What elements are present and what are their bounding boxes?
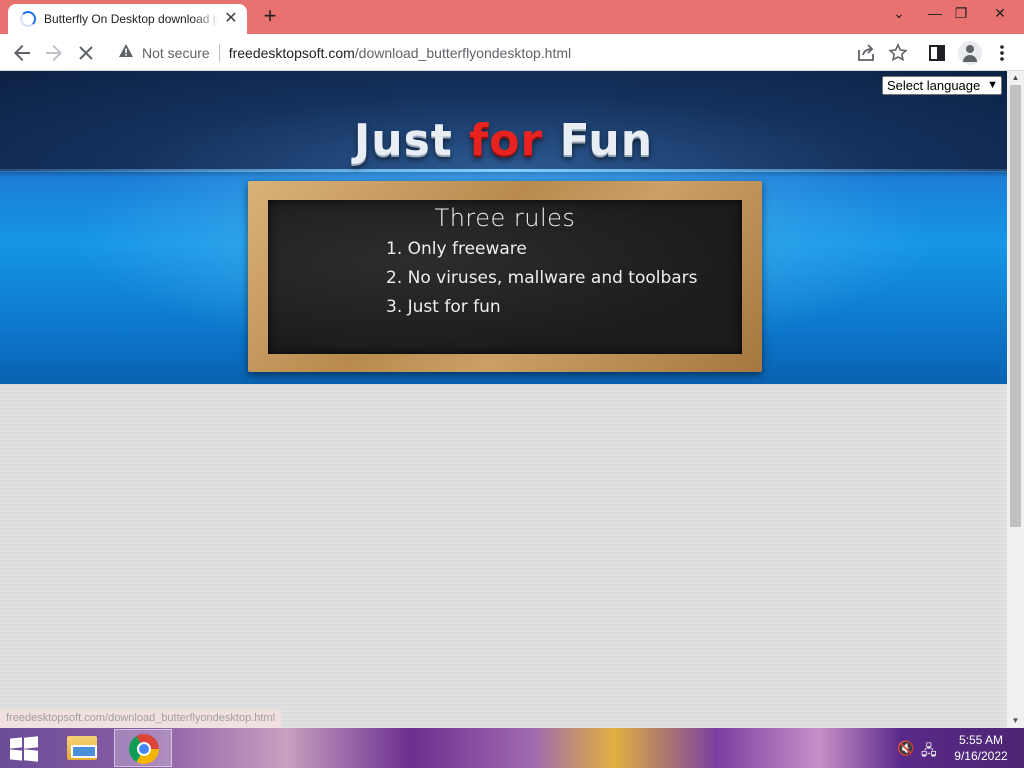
chalkboard: Three rules 1. Only freeware 2. No virus…	[268, 200, 742, 354]
folder-icon	[67, 736, 97, 760]
page-viewport: Just for Fun Select language ▼ Three rul…	[0, 71, 1007, 728]
board-title: Three rules	[434, 204, 576, 232]
warning-triangle-icon[interactable]	[118, 43, 134, 62]
windows-taskbar: 🔇 🖧 5:55 AM 9/16/2022	[0, 728, 1024, 768]
tab-title: Butterfly On Desktop download page	[44, 12, 219, 26]
link-status-bar: freedesktopsoft.com/download_butterflyon…	[0, 709, 282, 728]
stop-loading-icon[interactable]	[74, 41, 98, 65]
site-header: Just for Fun Select language ▼ Three rul…	[0, 71, 1007, 384]
rule-item: 2. No viruses, mallware and toolbars	[386, 268, 698, 288]
chevron-down-icon: ▼	[987, 79, 998, 91]
forward-arrow-icon[interactable]	[42, 41, 66, 65]
side-panel-icon[interactable]	[925, 41, 949, 65]
loading-spinner-icon	[20, 11, 36, 27]
address-bar[interactable]: Not secure freedesktopsoft.com/download_…	[108, 38, 920, 67]
taskbar-clock[interactable]: 5:55 AM 9/16/2022	[944, 732, 1018, 764]
rule-item: 3. Just for fun	[386, 297, 501, 317]
share-icon[interactable]	[854, 41, 878, 65]
close-window-button[interactable]: ✕	[984, 0, 1016, 30]
url-text[interactable]: freedesktopsoft.com/download_butterflyon…	[229, 45, 571, 61]
tab-search-button[interactable]: ⌄	[883, 0, 915, 30]
rule-item: 1. Only freeware	[386, 239, 527, 259]
chalkboard-frame: Three rules 1. Only freeware 2. No virus…	[248, 181, 762, 372]
vertical-scrollbar[interactable]: ▲ ▼	[1007, 71, 1024, 728]
browser-toolbar: Not secure freedesktopsoft.com/download_…	[0, 34, 1024, 71]
restore-button[interactable]: ❐	[945, 0, 977, 30]
new-tab-button[interactable]: +	[258, 5, 282, 29]
address-divider	[218, 43, 220, 62]
volume-muted-icon[interactable]: 🔇	[897, 740, 914, 757]
browser-tab[interactable]: Butterfly On Desktop download page ✕	[8, 4, 247, 34]
tab-close-icon[interactable]: ✕	[223, 11, 239, 27]
scrollbar-thumb[interactable]	[1010, 85, 1021, 527]
back-arrow-icon[interactable]	[10, 41, 34, 65]
menu-kebab-icon[interactable]	[990, 41, 1014, 65]
tab-strip: Butterfly On Desktop download page ✕ + ⌄…	[0, 0, 1024, 34]
taskbar-file-explorer[interactable]	[52, 729, 110, 767]
taskbar-chrome[interactable]	[114, 729, 172, 767]
bookmark-star-icon[interactable]	[886, 41, 910, 65]
rules-list: 1. Only freeware 2. No viruses, mallware…	[386, 235, 698, 322]
windows-start-icon[interactable]	[10, 736, 38, 762]
network-icon[interactable]: 🖧	[921, 740, 937, 764]
header-highlight-line	[0, 169, 1007, 172]
language-select[interactable]: Select language ▼	[882, 76, 1002, 95]
scroll-down-icon[interactable]: ▼	[1007, 714, 1024, 728]
profile-avatar-icon[interactable]	[958, 41, 982, 65]
site-logo: Just for Fun	[353, 115, 654, 166]
scroll-up-icon[interactable]: ▲	[1007, 71, 1024, 85]
chrome-icon	[129, 734, 159, 764]
security-label[interactable]: Not secure	[142, 45, 210, 61]
